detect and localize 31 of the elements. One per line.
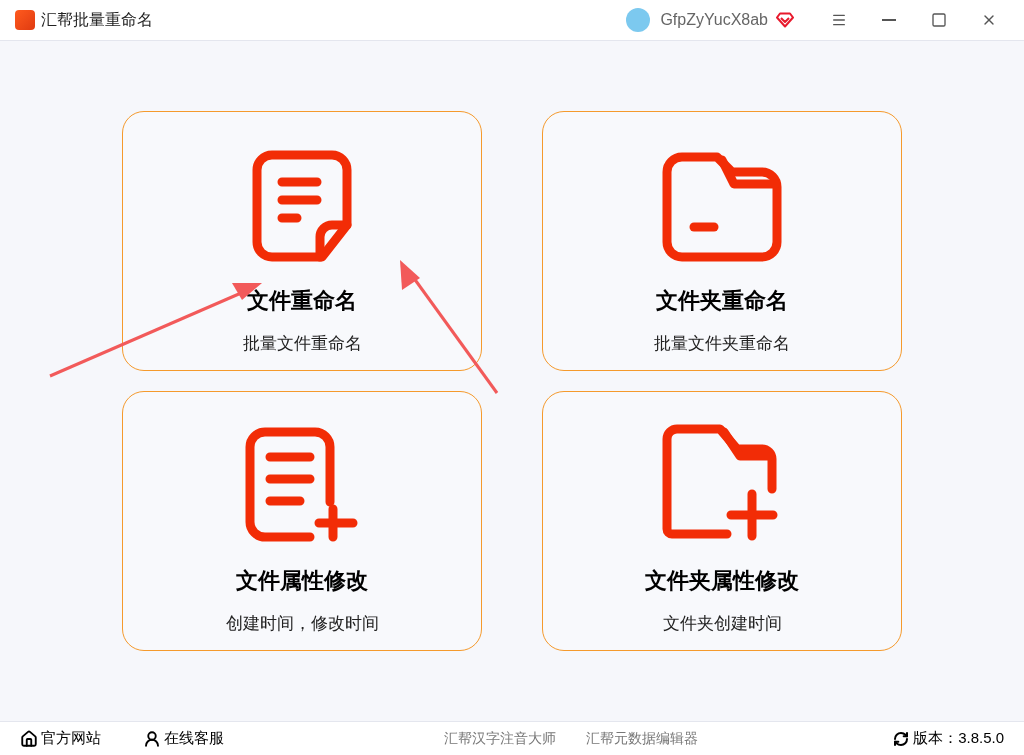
menu-icon bbox=[831, 12, 847, 28]
feature-card[interactable]: 文件属性修改 创建时间，修改时间 bbox=[122, 391, 482, 651]
card-subtitle: 批量文件重命名 bbox=[242, 332, 362, 355]
avatar-icon bbox=[626, 8, 651, 32]
footer-link[interactable]: 官方网站 bbox=[20, 727, 101, 750]
card-title: 文件重命名 bbox=[247, 286, 357, 315]
card-title: 文件属性修改 bbox=[236, 566, 368, 595]
app-logo-icon bbox=[15, 10, 35, 30]
person-icon bbox=[143, 729, 161, 748]
document-icon bbox=[252, 149, 352, 262]
window-title: 汇帮批量重命名 bbox=[41, 10, 153, 30]
card-subtitle: 批量文件夹重命名 bbox=[654, 332, 790, 355]
card-subtitle: 文件夹创建时间 bbox=[662, 612, 782, 635]
minimize-icon bbox=[882, 19, 896, 21]
version-label: 版本：3.8.5.0 bbox=[913, 728, 1004, 749]
maximize-icon bbox=[931, 12, 947, 28]
username: GfpZyYucX8ab bbox=[660, 10, 768, 30]
card-title: 文件夹属性修改 bbox=[645, 566, 799, 595]
folder-icon bbox=[662, 151, 782, 262]
card-subtitle: 创建时间，修改时间 bbox=[225, 612, 379, 635]
card-title: 文件夹重命名 bbox=[656, 286, 788, 315]
refresh-icon bbox=[893, 730, 910, 747]
feature-card[interactable]: 文件重命名 批量文件重命名 bbox=[122, 111, 482, 371]
product-link[interactable]: 汇帮汉字注音大师 bbox=[444, 728, 557, 749]
feature-card[interactable]: 文件夹重命名 批量文件夹重命名 bbox=[542, 111, 902, 371]
document-plus-icon bbox=[244, 426, 360, 542]
product-link[interactable]: 汇帮元数据编辑器 bbox=[586, 728, 699, 749]
home-icon bbox=[20, 729, 38, 748]
diamond-icon bbox=[776, 12, 794, 28]
feature-card[interactable]: 文件夹属性修改 文件夹创建时间 bbox=[542, 391, 902, 651]
footer-link[interactable]: 在线客服 bbox=[143, 727, 224, 750]
